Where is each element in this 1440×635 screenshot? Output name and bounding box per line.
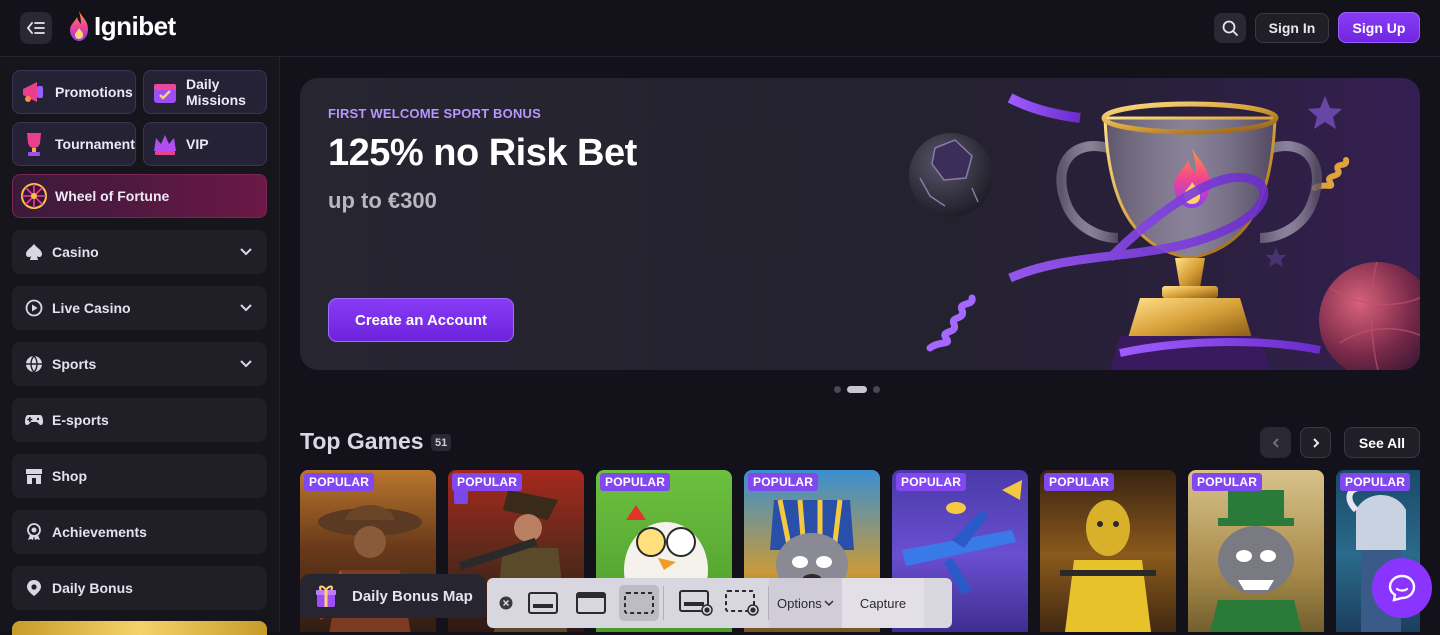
sidebar-item-live-casino[interactable]: Live Casino [12,286,267,330]
record-screen-icon[interactable] [676,585,716,621]
ball-icon [23,353,45,375]
trophy-illustration [909,93,1420,370]
top-bar: Ignibet Sign In Sign Up [0,0,1440,57]
game-card[interactable]: POPULAR [1040,470,1176,632]
record-selection-icon[interactable] [722,585,762,621]
play-circle-icon [23,297,45,319]
trophy-icon [17,127,51,161]
section-title: Top Games [300,428,424,454]
menu-collapse-icon [27,22,45,34]
spade-icon [23,241,45,263]
megaphone-icon [17,75,51,109]
sidebar-tile-tournament[interactable]: Tournament [12,122,136,166]
popular-badge: POPULAR [1192,473,1263,491]
sidebar-tile-promotions[interactable]: Promotions [12,70,136,114]
carousel-dot-active[interactable] [847,386,867,393]
banner-amount: up to €300 [328,188,437,213]
popular-badge: POPULAR [304,473,375,491]
sidebar-tile-label: Promotions [55,84,133,100]
sidebar-item-shop[interactable]: Shop [12,454,267,498]
sidebar-item-label: Shop [52,468,87,484]
carousel-dot[interactable] [873,386,880,393]
live-chat-button[interactable] [1372,558,1432,618]
wheel-icon [17,179,51,213]
search-button[interactable] [1214,13,1246,43]
chat-icon [1388,574,1416,602]
popular-badge: POPULAR [452,473,523,491]
game-thumbnail [1060,500,1156,632]
search-icon [1222,20,1238,36]
sidebar-item-e-sports[interactable]: E-sports [12,398,267,442]
see-all-button[interactable]: See All [1344,427,1420,458]
popular-badge: POPULAR [896,473,967,491]
chevron-down-icon[interactable] [239,356,253,370]
gift-box-icon [312,582,340,610]
location-pin-icon [23,577,45,599]
options-label: Options [777,595,822,611]
brand-name: Ignibet [94,10,176,41]
store-icon [23,465,45,487]
brand-logo[interactable]: Ignibet [68,10,176,42]
calendar-icon [148,75,182,109]
capture-selection-icon[interactable] [619,585,659,621]
hero-banner: FIRST WELCOME SPORT BONUS 125% no Risk B… [300,78,1420,370]
popular-badge: POPULAR [748,473,819,491]
prev-button[interactable] [1260,427,1291,458]
chevron-right-icon [1312,437,1319,448]
toolbar-divider [663,586,664,620]
sidebar-item-label: Sports [52,356,97,372]
sidebar-tile-label: Daily Missions [186,76,246,108]
sidebar-item-daily-bonus[interactable]: Daily Bonus [12,566,267,610]
gamepad-icon [23,409,45,431]
capture-button[interactable]: Capture [841,578,925,628]
game-count-badge: 51 [431,434,452,451]
sidebar-item-sports[interactable]: Sports [12,342,267,386]
sign-in-button[interactable]: Sign In [1255,13,1329,43]
sidebar-tile-vip[interactable]: VIP [143,122,267,166]
crown-icon [148,127,182,161]
sidebar-tile-label: Wheel of Fortune [55,188,170,204]
sidebar-item-label: E-sports [52,412,109,428]
carousel-dot[interactable] [834,386,841,393]
menu-toggle-button[interactable] [20,12,52,44]
sidebar-item-achievements[interactable]: Achievements [12,510,267,554]
chevron-left-icon [1272,437,1279,448]
sidebar-item-label: Casino [52,244,99,260]
popular-badge: POPULAR [1044,473,1115,491]
sidebar-tile-wheel-of-fortune[interactable]: Wheel of Fortune [12,174,267,218]
sidebar-item-label: Achievements [52,524,147,540]
chevron-down-icon[interactable] [239,300,253,314]
chevron-down-icon[interactable] [239,244,253,258]
flame-logo-icon [70,11,88,41]
carousel-dots [834,386,880,393]
sidebar-promo-bar[interactable] [12,621,267,635]
popular-badge: POPULAR [600,473,671,491]
medal-icon [23,521,45,543]
sidebar-tile-label: Tournament [55,136,135,152]
sidebar-tile-daily-missions[interactable]: Daily Missions [143,70,267,114]
popular-badge: POPULAR [1340,473,1411,491]
next-button[interactable] [1300,427,1331,458]
sidebar-item-casino[interactable]: Casino [12,230,267,274]
options-dropdown[interactable]: Options [769,578,842,628]
capture-screen-icon[interactable] [523,585,563,621]
daily-bonus-map-label: Daily Bonus Map [352,587,473,605]
sign-up-button[interactable]: Sign Up [1338,12,1420,43]
daily-bonus-map-button[interactable]: Daily Bonus Map [300,574,486,618]
create-account-button[interactable]: Create an Account [328,298,514,342]
banner-subtitle: FIRST WELCOME SPORT BONUS [328,106,541,121]
chevron-down-icon [824,600,834,607]
sidebar-item-label: Live Casino [52,300,131,316]
close-icon[interactable] [489,585,523,621]
game-thumbnail [1210,490,1302,632]
sidebar-item-label: Daily Bonus [52,580,133,596]
sidebar-tile-label: VIP [186,136,209,152]
game-card[interactable]: POPULAR [1188,470,1324,632]
screenshot-toolbar: Options Capture [487,578,952,628]
banner-title: 125% no Risk Bet [328,132,637,174]
sidebar: Promotions Daily Missions Tournament VIP… [0,57,280,635]
capture-window-icon[interactable] [571,585,611,621]
